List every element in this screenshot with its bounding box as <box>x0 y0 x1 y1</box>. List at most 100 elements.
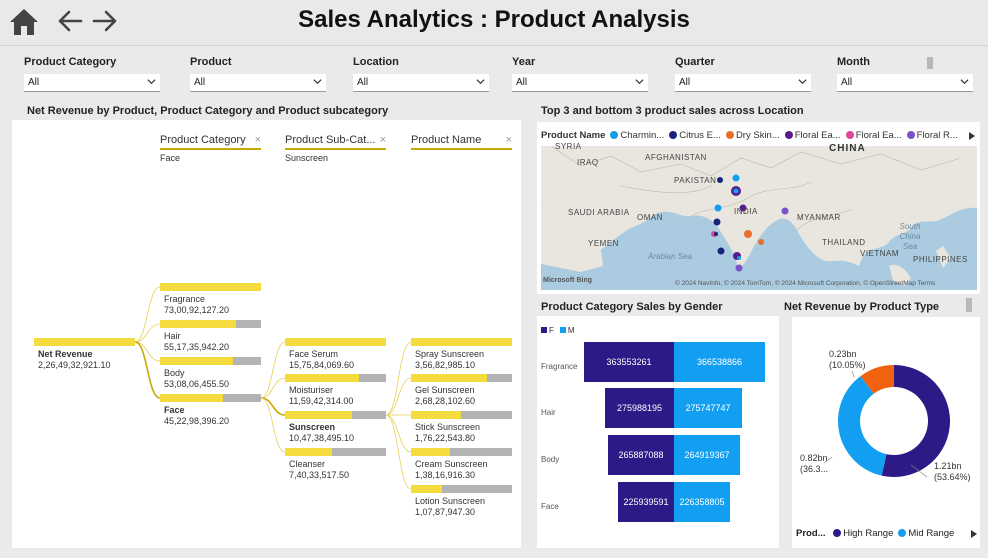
female-bar[interactable]: 275988195 <box>605 388 674 428</box>
map-legend-item[interactable]: Floral R... <box>902 130 958 141</box>
node-name: Cream Sunscreen <box>415 459 488 469</box>
decomp-column-header[interactable]: Product Category × <box>160 134 261 150</box>
donut-chart[interactable] <box>792 317 980 517</box>
map-label-philippines: PHILIPPINES <box>913 255 968 264</box>
slicer-dropdown[interactable]: All <box>675 74 811 92</box>
decomp-node[interactable]: Spray Sunscreen 3,56,82,985.10 <box>415 349 484 371</box>
value-bar-fill <box>285 448 332 456</box>
decomp-node[interactable]: Cream Sunscreen 1,38,16,916.30 <box>415 459 488 481</box>
decomp-node[interactable]: Cleanser 7,40,33,517.50 <box>289 459 349 481</box>
slicer-dropdown[interactable]: All <box>837 74 973 92</box>
node-name: Hair <box>164 331 181 341</box>
slicer-dropdown[interactable]: All <box>512 74 648 92</box>
decomp-node[interactable]: Stick Sunscreen 1,76,22,543.80 <box>415 422 480 444</box>
node-name: Face Serum <box>289 349 339 359</box>
node-value: 2,68,28,102.60 <box>415 396 476 406</box>
map-canvas[interactable] <box>541 146 977 290</box>
slicer-dropdown[interactable]: All <box>24 74 160 92</box>
decomp-node[interactable]: Net Revenue 2,26,49,32,921.10 <box>38 349 111 371</box>
close-icon[interactable]: × <box>506 134 512 146</box>
gender-legend-item[interactable]: F <box>541 326 554 335</box>
slicer-location: Location All <box>353 56 489 96</box>
slicer-label: Quarter <box>675 56 715 68</box>
map-legend-item[interactable]: Floral Ea... <box>841 130 902 141</box>
scrollbar[interactable] <box>927 57 933 69</box>
decomp-column-header[interactable]: Product Sub-Cat... × <box>285 134 386 150</box>
close-icon[interactable]: × <box>255 134 261 146</box>
node-value: 7,40,33,517.50 <box>289 470 350 480</box>
decomp-node[interactable]: Sunscreen 10,47,38,495.10 <box>289 422 354 444</box>
legend-label: Floral Ea... <box>855 130 902 141</box>
slicer-dropdown[interactable]: All <box>353 74 489 92</box>
tree-connector <box>134 323 161 343</box>
decomp-column-header[interactable]: Product Name × <box>411 134 512 150</box>
value-bar-fill <box>411 448 450 456</box>
node-value: 45,22,98,396.20 <box>164 416 230 426</box>
female-bar[interactable]: 363553261 <box>584 342 674 382</box>
value-bar-fill <box>160 357 233 365</box>
male-bar[interactable]: 226358805 <box>674 482 730 522</box>
decomp-node[interactable]: Face 45,22,98,396.20 <box>164 405 229 427</box>
node-name: Moisturiser <box>289 385 334 395</box>
legend-square-icon <box>541 327 547 333</box>
female-bar[interactable]: 225939591 <box>618 482 674 522</box>
slice-percent: (10.05%) <box>829 360 866 370</box>
decomp-node[interactable]: Gel Sunscreen 2,68,28,102.60 <box>415 385 475 407</box>
node-value: 15,75,84,069.60 <box>289 360 355 370</box>
decomp-node[interactable]: Fragrance 73,00,92,127.20 <box>164 294 229 316</box>
donut-legend-item[interactable]: High Range <box>828 528 893 539</box>
close-icon[interactable]: × <box>380 134 386 146</box>
map-legend-item[interactable]: Dry Skin... <box>721 130 780 141</box>
donut-data-label: 0.82bn (36.3... <box>800 453 828 475</box>
decomp-node[interactable]: Hair 55,17,35,942.20 <box>164 331 229 353</box>
node-value: 55,17,35,942.20 <box>164 342 230 352</box>
page-title: Sales Analytics : Product Analysis <box>298 6 690 33</box>
legend-next-icon[interactable] <box>970 529 978 539</box>
category-label: Face <box>541 502 559 511</box>
map-legend-item[interactable]: Floral Ea... <box>780 130 841 141</box>
slicer-value: All <box>28 77 40 88</box>
female-bar[interactable]: 265887088 <box>608 435 674 475</box>
chevron-down-icon <box>960 79 969 85</box>
legend-label: Dry Skin... <box>735 130 780 141</box>
legend-dot-icon <box>898 529 907 537</box>
chevron-down-icon <box>313 79 322 85</box>
male-bar[interactable]: 264919367 <box>674 435 740 475</box>
tree-connector <box>260 377 286 399</box>
node-value: 2,26,49,32,921.10 <box>38 360 111 370</box>
slice-percent: (53.64%) <box>934 472 971 482</box>
donut-legend-title: Prod... <box>796 528 826 539</box>
gender-legend-item[interactable]: M <box>559 326 575 335</box>
decomp-node[interactable]: Body 53,08,06,455.50 <box>164 368 229 390</box>
map-label-india: INDIA <box>734 207 758 216</box>
donut-slice[interactable] <box>838 376 887 476</box>
value-bar-fill <box>160 283 261 291</box>
value-bar-track <box>411 338 512 346</box>
map-legend-item[interactable]: Charmin... <box>605 130 664 141</box>
slicer-dropdown[interactable]: All <box>190 74 326 92</box>
decomp-node[interactable]: Face Serum 15,75,84,069.60 <box>289 349 354 371</box>
value-bar-track <box>285 374 386 382</box>
legend-label: Citrus E... <box>679 130 721 141</box>
tree-connector <box>134 341 161 399</box>
node-value: 1,38,16,916.30 <box>415 470 476 480</box>
value-bar-track <box>411 374 512 382</box>
donut-legend-item[interactable]: Mid Range <box>893 528 954 539</box>
legend-next-icon[interactable] <box>968 131 976 141</box>
male-bar[interactable]: 366538866 <box>674 342 765 382</box>
map-legend-item[interactable]: Citrus E... <box>664 130 721 141</box>
value-bar-fill <box>160 320 236 328</box>
value-bar-fill <box>411 338 512 346</box>
decomp-node[interactable]: Lotion Sunscreen 1,07,87,947.30 <box>415 496 485 518</box>
slicer-label: Location <box>353 56 399 68</box>
scrollbar[interactable] <box>966 298 972 312</box>
slicer-label: Month <box>837 56 870 68</box>
slicer-value: All <box>679 77 691 88</box>
map-copyright[interactable]: © 2024 NavInfo, © 2024 TomTom, © 2024 Mi… <box>675 280 935 287</box>
decomp-node[interactable]: Moisturiser 11,59,42,314.00 <box>289 385 353 407</box>
legend-square-icon <box>559 327 566 333</box>
male-bar[interactable]: 275747747 <box>674 388 742 428</box>
slicer-value: All <box>357 77 369 88</box>
map-label-iraq: IRAQ <box>577 158 599 167</box>
map-panel: Product Name Charmin... Citrus E... Dry Ski… <box>537 122 980 294</box>
